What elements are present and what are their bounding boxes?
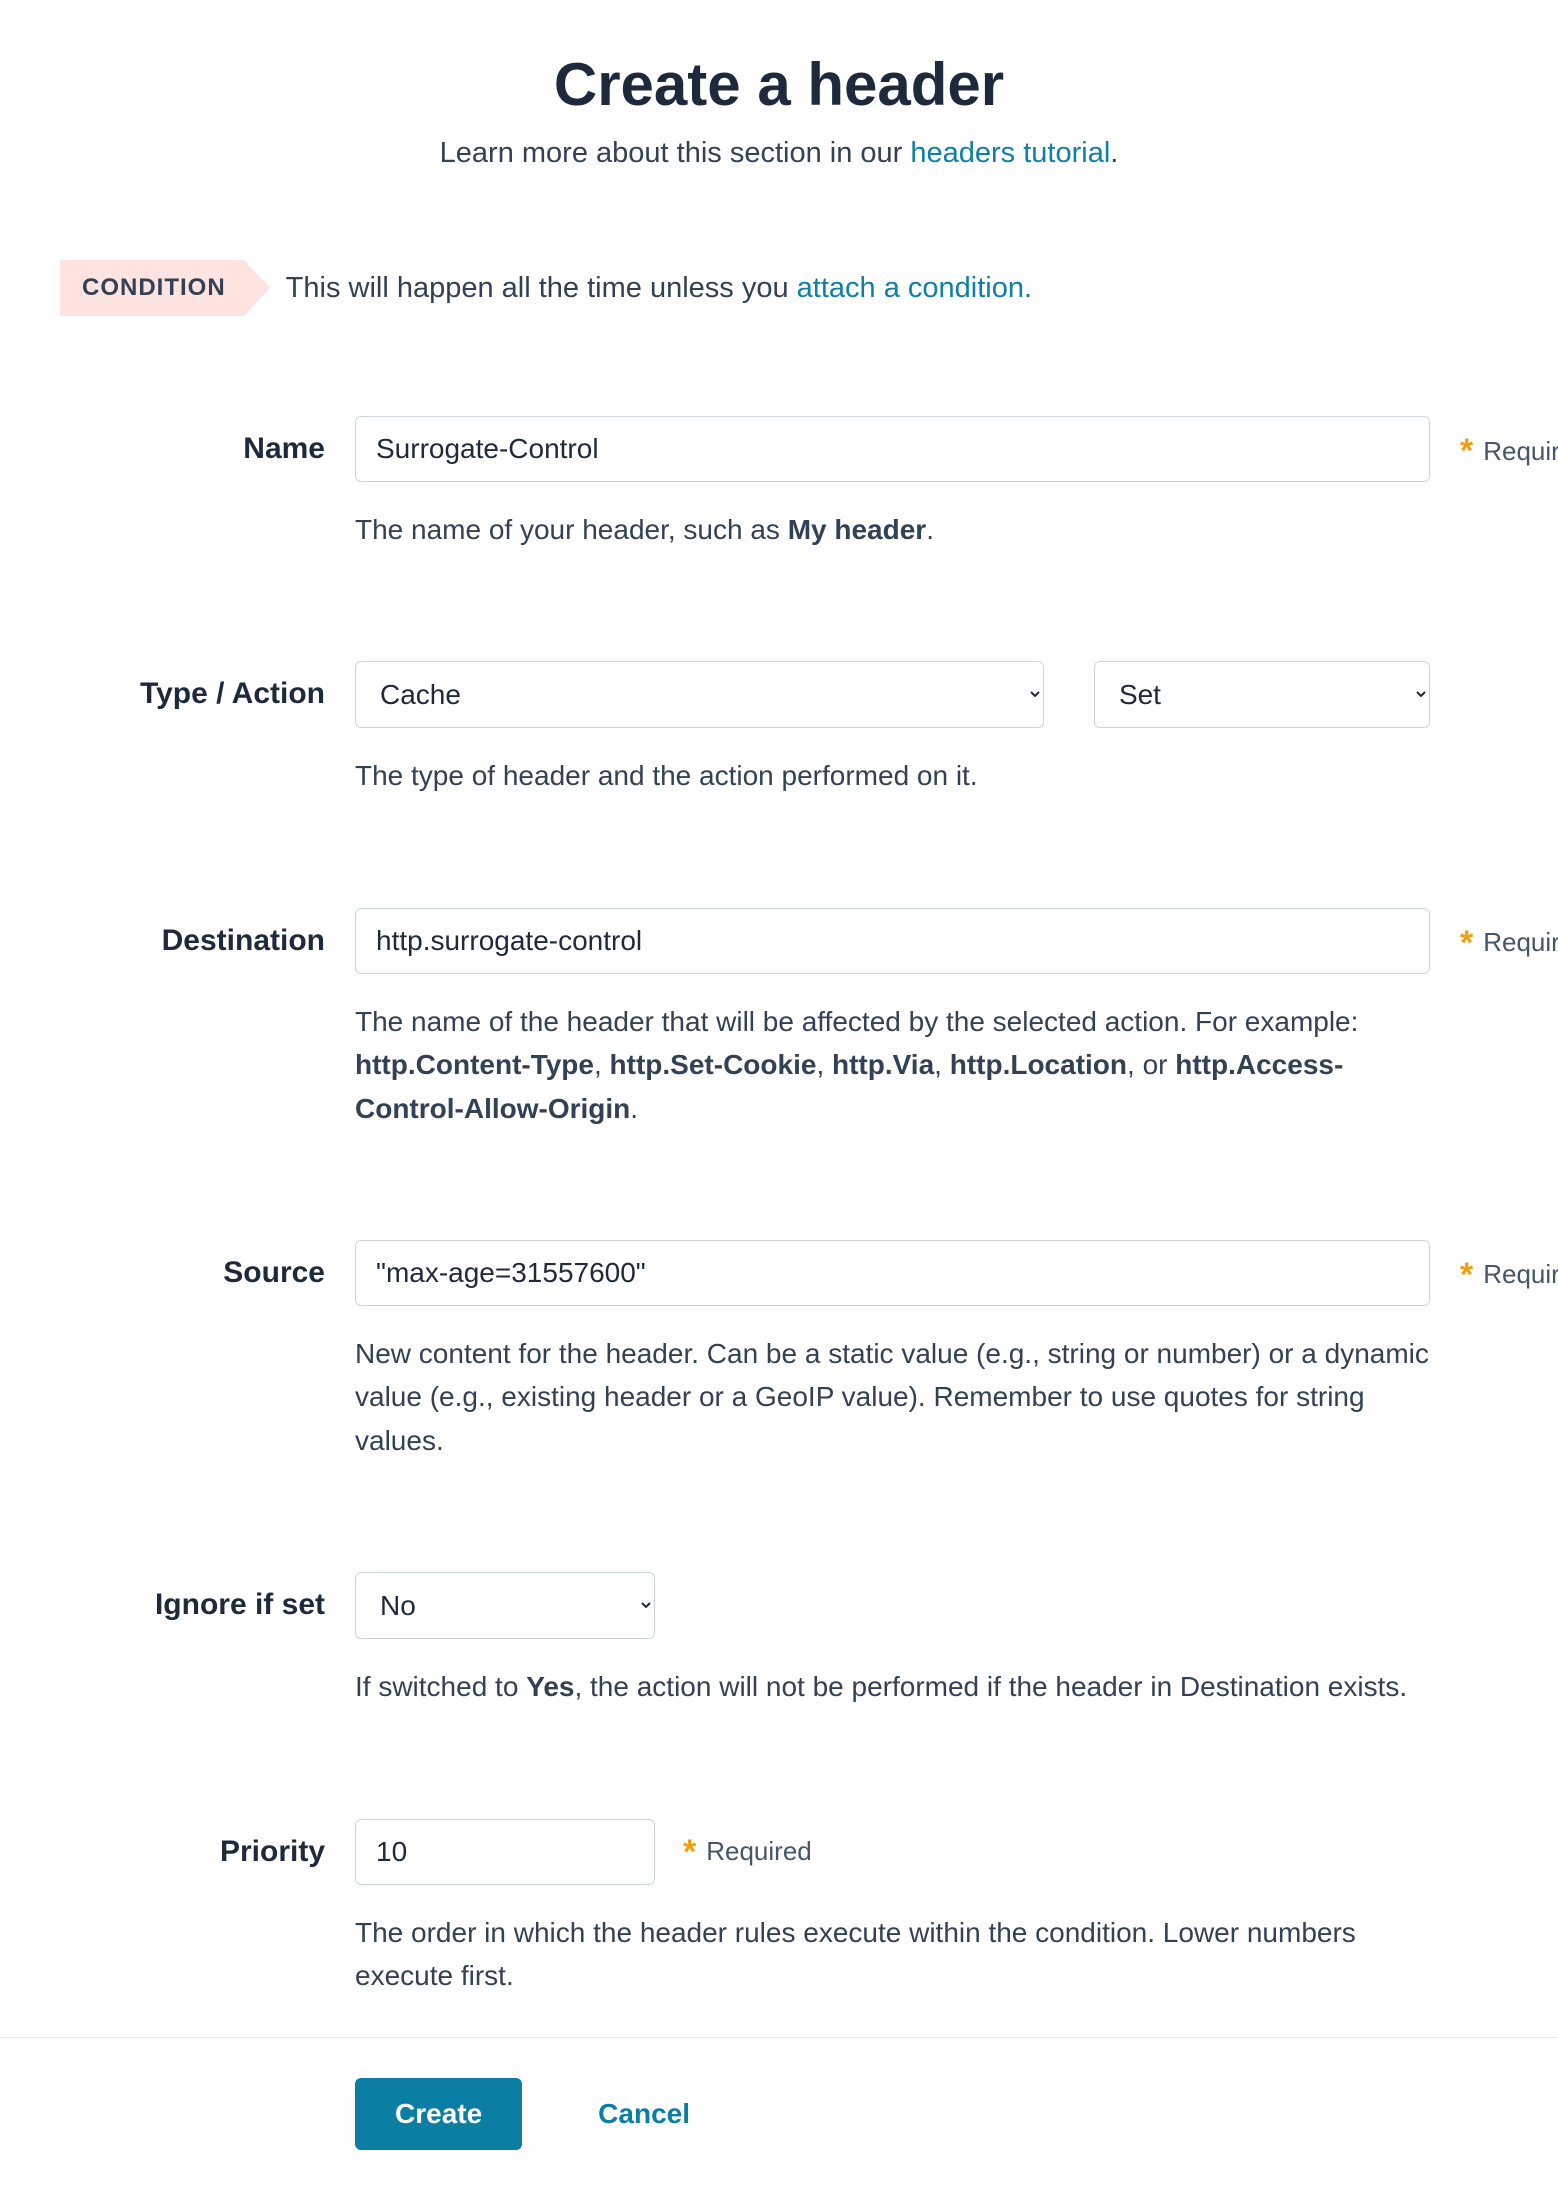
ignore-help-bold: Yes (526, 1671, 574, 1702)
type-action-help: The type of header and the action perfor… (355, 754, 1430, 797)
row-ignore: Ignore if set No If switched to Yes, the… (60, 1572, 1498, 1708)
row-type-action: Type / Action Cache Set The type of head… (60, 661, 1498, 797)
label-priority: Priority (60, 1819, 325, 1869)
page-title: Create a header (60, 50, 1498, 119)
name-input[interactable] (355, 416, 1430, 482)
source-help: New content for the header. Can be a sta… (355, 1332, 1430, 1462)
destination-input[interactable] (355, 908, 1430, 974)
separator (0, 2037, 1558, 2038)
required-label: Required (1483, 927, 1558, 958)
dest-ex-1: http.Set-Cookie (610, 1049, 817, 1080)
label-source: Source (60, 1240, 325, 1290)
asterisk-icon: * (1460, 434, 1473, 468)
required-label: Required (706, 1836, 812, 1867)
asterisk-icon: * (1460, 1258, 1473, 1292)
name-help-prefix: The name of your header, such as (355, 514, 788, 545)
join2: , (934, 1049, 950, 1080)
dest-ex-3: http.Location (950, 1049, 1127, 1080)
destination-help-suffix: . (630, 1093, 638, 1124)
cancel-button[interactable]: Cancel (592, 2097, 696, 2131)
row-priority: Priority * Required The order in which t… (60, 1819, 1498, 1998)
action-select[interactable]: Set (1094, 661, 1430, 728)
label-ignore: Ignore if set (60, 1572, 325, 1622)
subtitle-suffix: . (1110, 137, 1118, 169)
actions-row: Create Cancel (60, 2078, 1498, 2150)
join0: , (594, 1049, 610, 1080)
required-label: Required (1483, 1259, 1558, 1290)
source-input[interactable] (355, 1240, 1430, 1306)
ignore-help: If switched to Yes, the action will not … (355, 1665, 1430, 1708)
label-destination: Destination (60, 908, 325, 958)
required-label: Required (1483, 436, 1558, 467)
source-required: * Required (1460, 1240, 1558, 1292)
condition-row: CONDITION This will happen all the time … (60, 260, 1498, 316)
join1: , (816, 1049, 832, 1080)
asterisk-icon: * (1460, 926, 1473, 960)
attach-condition-link[interactable]: attach a condition. (797, 272, 1032, 304)
name-required: * Required (1460, 416, 1558, 468)
create-button[interactable]: Create (355, 2078, 522, 2150)
condition-text: This will happen all the time unless you… (286, 272, 1032, 305)
row-source: Source New content for the header. Can b… (60, 1240, 1498, 1462)
dest-ex-2: http.Via (832, 1049, 934, 1080)
destination-help: The name of the header that will be affe… (355, 1000, 1430, 1130)
priority-required: * Required (683, 1835, 812, 1869)
page-subtitle: Learn more about this section in our hea… (60, 137, 1498, 170)
priority-input[interactable] (355, 1819, 655, 1885)
or: , or (1127, 1049, 1175, 1080)
dest-ex-0: http.Content-Type (355, 1049, 594, 1080)
name-help-suffix: . (926, 514, 934, 545)
priority-help: The order in which the header rules exec… (355, 1911, 1430, 1998)
condition-badge: CONDITION (60, 260, 244, 316)
destination-help-prefix: The name of the header that will be affe… (355, 1006, 1358, 1037)
row-destination: Destination The name of the header that … (60, 908, 1498, 1130)
ignore-help-prefix: If switched to (355, 1671, 526, 1702)
label-name: Name (60, 416, 325, 466)
ignore-help-suffix: , the action will not be performed if th… (574, 1671, 1407, 1702)
ignore-select[interactable]: No (355, 1572, 655, 1639)
asterisk-icon: * (683, 1835, 696, 1869)
condition-prefix: This will happen all the time unless you (286, 272, 797, 304)
subtitle-text: Learn more about this section in our (440, 137, 911, 169)
name-help-bold: My header (788, 514, 927, 545)
label-type-action: Type / Action (60, 661, 325, 711)
type-select[interactable]: Cache (355, 661, 1044, 728)
headers-tutorial-link[interactable]: headers tutorial (910, 137, 1110, 169)
row-name: Name The name of your header, such as My… (60, 416, 1498, 551)
destination-required: * Required (1460, 908, 1558, 960)
name-help: The name of your header, such as My head… (355, 508, 1430, 551)
